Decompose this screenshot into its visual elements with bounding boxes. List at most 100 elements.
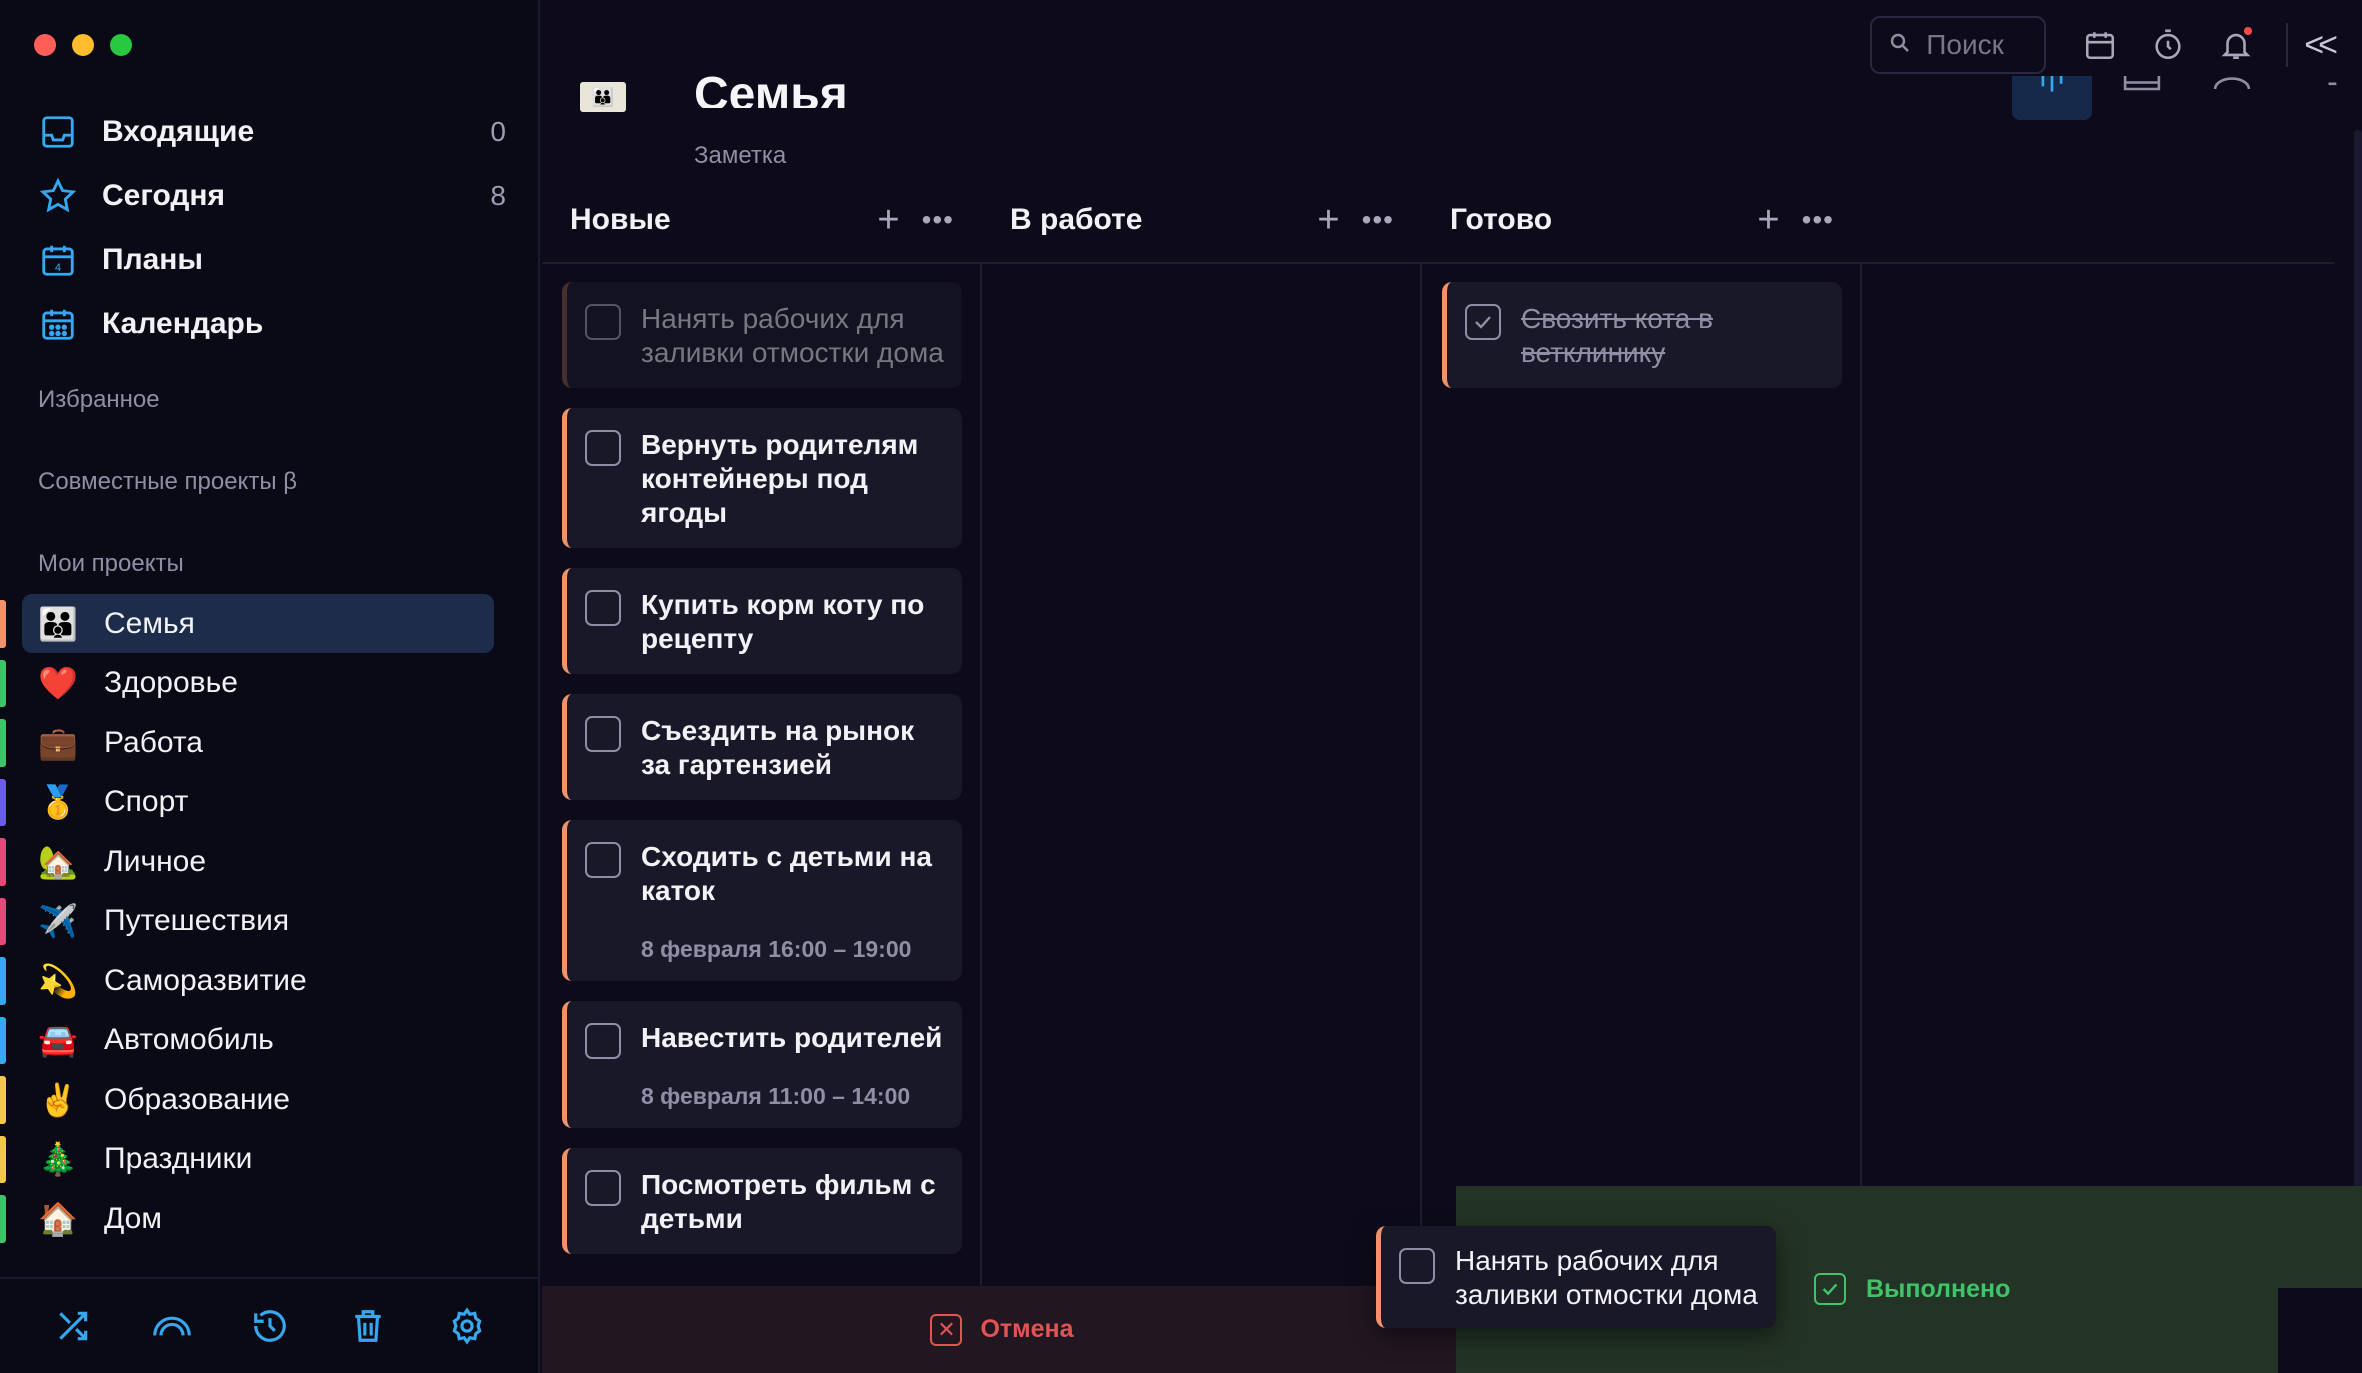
task-card[interactable]: Вернуть родителям контейнеры под ягоды [562, 408, 962, 548]
settings-icon[interactable] [443, 1302, 491, 1350]
project-color-bar [0, 1016, 6, 1064]
task-checkbox[interactable] [585, 430, 621, 466]
project-item-personal[interactable]: 🏡 Личное [0, 832, 540, 892]
inbox-icon [36, 112, 80, 152]
task-checkbox[interactable] [585, 1023, 621, 1059]
house-garden-icon: 🏡 [38, 843, 78, 880]
task-card[interactable]: Съездить на рынок за гартензией [562, 694, 962, 800]
minimize-window-button[interactable] [72, 34, 94, 56]
add-task-button[interactable]: + [1757, 201, 1779, 239]
project-cover-icon[interactable]: 👪 [580, 82, 626, 112]
history-icon[interactable] [246, 1302, 294, 1350]
project-item-holidays[interactable]: 🎄 Праздники [0, 1130, 540, 1190]
nav-item-inbox[interactable]: Входящие 0 [36, 100, 506, 164]
task-checkbox[interactable] [585, 842, 621, 878]
project-color-bar [0, 778, 6, 826]
cancel-drop-zone[interactable]: ✕ Отмена [542, 1286, 1462, 1373]
christmas-tree-icon: 🎄 [38, 1141, 78, 1178]
timer-icon[interactable] [2144, 21, 2192, 69]
column-more-button[interactable]: ••• [922, 204, 954, 236]
project-color-bar [0, 897, 6, 945]
calendar-grid-icon [36, 304, 80, 344]
column-in-progress: В работе + ••• [982, 180, 1422, 1285]
nav-label: Календарь [102, 307, 264, 340]
column-header: Готово + ••• [1450, 198, 1834, 242]
kanban-board: Новые + ••• Нанять рабочих для заливки о… [542, 180, 2342, 1285]
dragged-task-card[interactable]: Нанять рабочих для заливки отмостки дома [1376, 1226, 1776, 1328]
window-controls [34, 34, 132, 56]
project-label: Здоровье [104, 666, 238, 700]
task-checkbox[interactable] [585, 590, 621, 626]
project-item-health[interactable]: ❤️ Здоровье [0, 654, 540, 714]
trash-icon[interactable] [344, 1302, 392, 1350]
airplane-icon: ✈️ [38, 903, 78, 940]
project-color-bar [0, 600, 6, 648]
column-title[interactable]: В работе [1010, 203, 1317, 237]
add-task-button[interactable]: + [1317, 201, 1339, 239]
project-item-education[interactable]: ✌️ Образование [0, 1070, 540, 1130]
bell-icon[interactable] [2212, 21, 2260, 69]
nav-item-plans[interactable]: 4 Планы [36, 228, 506, 292]
column-title[interactable]: Готово [1450, 203, 1757, 237]
calendar-icon[interactable] [2076, 21, 2124, 69]
shared-projects-section-title[interactable]: Совместные проекты β [38, 468, 297, 496]
project-item-work[interactable]: 💼 Работа [0, 713, 540, 773]
scrollbar[interactable] [2354, 130, 2362, 1190]
rainbow-icon[interactable] [148, 1302, 196, 1350]
cancel-label: Отмена [980, 1315, 1074, 1343]
list-view-tab[interactable] [2102, 76, 2182, 120]
project-item-car[interactable]: 🚘 Автомобиль [0, 1011, 540, 1071]
add-task-button[interactable]: + [877, 201, 899, 239]
page-subtitle[interactable]: Заметка [694, 142, 786, 170]
timeline-view-tab[interactable] [2192, 76, 2272, 120]
checkmark-icon [1475, 316, 1491, 329]
svg-text:4: 4 [55, 262, 61, 274]
kanban-view-tab[interactable] [2012, 76, 2092, 120]
task-title: Нанять рабочих для заливки отмостки дома [1455, 1245, 1758, 1310]
task-card[interactable]: Навестить родителей 8 февраля 11:00 – 14… [562, 1001, 962, 1128]
column-header: В работе + ••• [1010, 198, 1394, 242]
nav-item-today[interactable]: Сегодня 8 [36, 164, 506, 228]
card-list: Свозить кота в ветклинику [1442, 282, 1842, 408]
task-card[interactable]: Свозить кота в ветклинику [1442, 282, 1842, 388]
task-checkbox-checked[interactable] [1465, 304, 1501, 340]
project-item-self-development[interactable]: 💫 Саморазвитие [0, 951, 540, 1011]
task-card[interactable]: Купить корм коту по рецепту [562, 568, 962, 674]
project-item-sport[interactable]: 🥇 Спорт [0, 773, 540, 833]
house-icon: 🏠 [38, 1200, 78, 1237]
column-title[interactable]: Новые [570, 203, 877, 237]
task-checkbox[interactable] [1399, 1248, 1435, 1284]
project-color-bar [0, 719, 6, 767]
check-icon [1814, 1273, 1846, 1305]
close-window-button[interactable] [34, 34, 56, 56]
project-label: Работа [104, 725, 203, 759]
task-checkbox[interactable] [585, 1170, 621, 1206]
zoom-window-button[interactable] [110, 34, 132, 56]
task-card[interactable]: Посмотреть фильм с детьми [562, 1148, 962, 1254]
column-more-button[interactable]: ••• [1802, 204, 1834, 236]
victory-hand-icon: ✌️ [38, 1081, 78, 1118]
project-item-home[interactable]: 🏠 Дом [0, 1189, 540, 1249]
project-label: Спорт [104, 785, 189, 819]
search-icon [1888, 31, 1916, 60]
column-more-button[interactable]: ••• [1362, 204, 1394, 236]
shuffle-icon[interactable] [49, 1302, 97, 1350]
nav-label: Сегодня [102, 179, 226, 212]
task-checkbox[interactable] [585, 716, 621, 752]
project-item-family[interactable]: 👪 Семья [0, 594, 540, 654]
search-box[interactable] [1870, 16, 2047, 74]
page-title[interactable]: Семья [694, 60, 848, 108]
task-time: 8 февраля 16:00 – 19:00 [641, 936, 912, 962]
more-view-tab[interactable] [2282, 76, 2362, 120]
task-card[interactable]: Сходить с детьми на каток 8 февраля 16:0… [562, 820, 962, 981]
collapse-panel-button[interactable]: << [2304, 26, 2338, 65]
favorites-section-title[interactable]: Избранное [38, 386, 160, 414]
zone-notch [2278, 1288, 2362, 1373]
search-input[interactable] [1926, 29, 2037, 61]
project-item-travel[interactable]: ✈️ Путешествия [0, 892, 540, 952]
nav-item-calendar[interactable]: Календарь [36, 292, 506, 356]
sidebar: Входящие 0 Сегодня 8 4 Планы Календарь И… [0, 0, 540, 1373]
dizzy-star-icon: 💫 [38, 962, 78, 999]
my-projects-section-title[interactable]: Мои проекты [38, 550, 184, 578]
active-highlight [22, 594, 494, 653]
